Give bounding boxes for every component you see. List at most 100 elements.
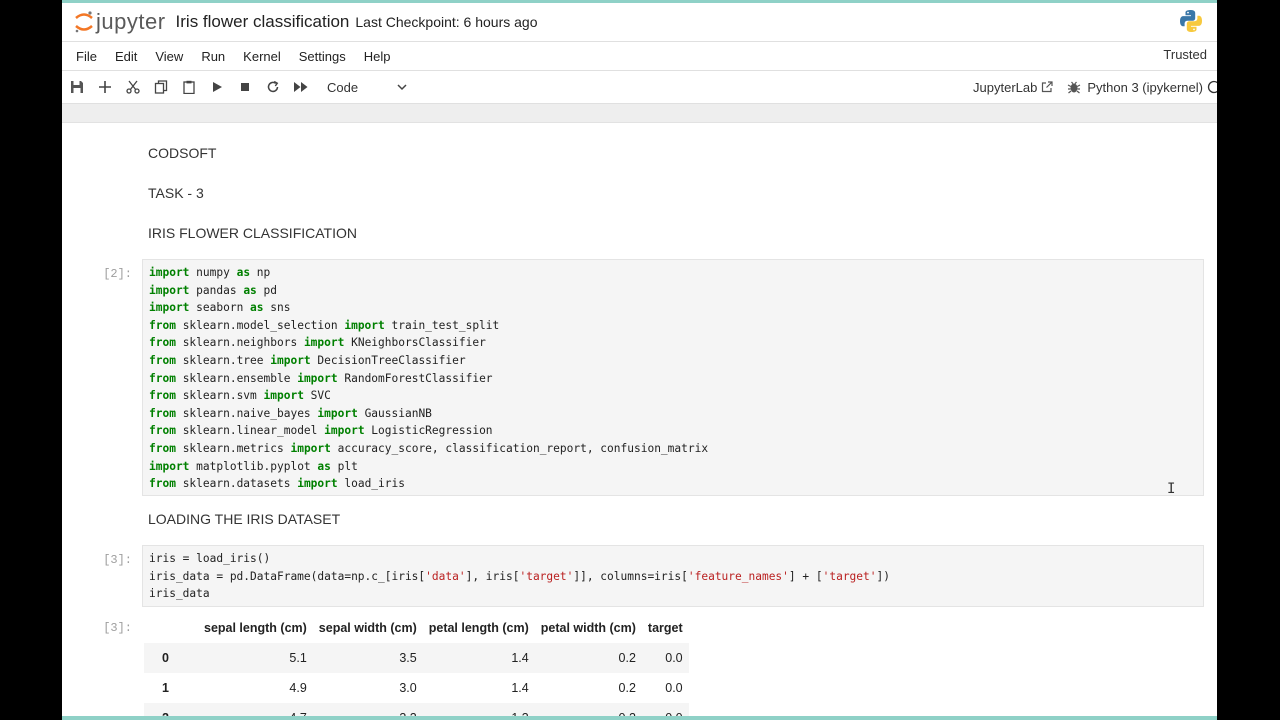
- table-cell: 0.0: [641, 643, 689, 673]
- code-string: 'target': [519, 569, 574, 583]
- code-cell-load-data[interactable]: iris = load_iris() iris_data = pd.DataFra…: [142, 545, 1204, 607]
- output-prompt: [3]:: [103, 621, 132, 635]
- code-line: import numpy as np: [149, 264, 1203, 282]
- debugger-bug-icon[interactable]: [1067, 80, 1081, 94]
- table-cell: 0.0: [665, 681, 683, 695]
- kernel-name[interactable]: Python 3 (ipykernel): [1087, 80, 1203, 95]
- code-text: ]): [876, 569, 890, 583]
- code-keyword: import: [317, 406, 358, 420]
- markdown-cell-codsoft[interactable]: CODSOFT: [148, 145, 216, 161]
- code-text: sklearn.metrics: [175, 441, 291, 455]
- stop-icon: [241, 83, 249, 91]
- code-line: from sklearn.ensemble import RandomFores…: [149, 370, 1203, 388]
- code-text: KNeighborsClassifier: [344, 336, 486, 350]
- cell-type-dropdown[interactable]: Code: [327, 80, 407, 95]
- cell-prompt: [3]:: [103, 553, 132, 567]
- code-cell-imports[interactable]: import numpy as np import pandas as pd imp…: [142, 259, 1204, 496]
- table-column-header: petal length (cm): [428, 621, 529, 635]
- code-keyword: import: [297, 371, 338, 385]
- menu-file[interactable]: File: [76, 49, 97, 64]
- table-cell: 0.2: [618, 681, 636, 695]
- cell-type-value: Code: [327, 79, 359, 95]
- dataframe-output: sepal length (cm) sepal width (cm) petal l…: [144, 613, 689, 720]
- table-column-header: target: [647, 621, 683, 635]
- save-icon: [71, 81, 83, 93]
- code-keyword: import: [270, 353, 311, 367]
- copy-icon: [154, 80, 168, 94]
- code-text: sklearn.svm: [175, 389, 264, 403]
- markdown-cell-title[interactable]: IRIS FLOWER CLASSIFICATION: [148, 225, 357, 241]
- paste-icon: [183, 80, 195, 94]
- table-row: 0 5.1 3.5 1.4 0.2 0.0: [144, 643, 689, 673]
- save-button[interactable]: [63, 73, 91, 101]
- interrupt-kernel-button[interactable]: [231, 73, 259, 101]
- code-text: np: [250, 266, 271, 279]
- table-cell: 1.4: [422, 643, 535, 673]
- trusted-indicator[interactable]: Trusted: [1163, 47, 1207, 62]
- table-cell: 4.9: [289, 681, 307, 695]
- notebook-toolbar: Code JupyterLab Python 3 (ipykernel): [62, 71, 1217, 104]
- table-column-header: sepal length (cm): [204, 621, 307, 635]
- code-text: train_test_split: [384, 318, 500, 332]
- code-keyword: import: [149, 459, 190, 473]
- open-jupyterlab-link[interactable]: JupyterLab: [973, 80, 1053, 95]
- jupyterlab-label: JupyterLab: [973, 79, 1038, 95]
- code-keyword: from: [149, 353, 176, 367]
- code-line: import seaborn as sns: [149, 299, 1203, 317]
- text-cursor: I: [1167, 481, 1176, 497]
- code-line: from sklearn.datasets import load_iris: [149, 475, 1203, 493]
- restart-kernel-button[interactable]: [259, 73, 287, 101]
- code-text: ]], columns=iris[: [573, 569, 688, 583]
- code-keyword: from: [149, 336, 176, 350]
- kernel-status-icon: [1207, 80, 1217, 94]
- table-cell: 5.1: [198, 643, 313, 673]
- code-text: ] + [: [788, 569, 823, 583]
- notebook-title[interactable]: Iris flower classification: [176, 12, 350, 32]
- menu-edit[interactable]: Edit: [115, 49, 137, 64]
- cut-cell-button[interactable]: [119, 73, 147, 101]
- code-line: from sklearn.model_selection import trai…: [149, 317, 1203, 335]
- menu-settings[interactable]: Settings: [299, 49, 346, 64]
- code-keyword: as: [317, 459, 331, 473]
- code-keyword: import: [263, 389, 304, 403]
- table-column-header: sepal width (cm): [318, 621, 417, 635]
- paste-cell-button[interactable]: [175, 73, 203, 101]
- last-checkpoint: Last Checkpoint: 6 hours ago: [355, 14, 538, 30]
- code-keyword: from: [149, 424, 176, 438]
- code-text: sklearn.tree: [175, 353, 271, 367]
- code-text: sklearn.neighbors: [175, 336, 304, 350]
- code-keyword: import: [297, 477, 338, 491]
- refresh-icon: [267, 80, 279, 93]
- run-cell-button[interactable]: [203, 73, 231, 101]
- jupyter-notebook-window: jupyter Iris flower classification Last …: [62, 0, 1217, 720]
- menu-kernel[interactable]: Kernel: [243, 49, 281, 64]
- code-text: sklearn.naive_bayes: [175, 406, 318, 420]
- copy-cell-button[interactable]: [147, 73, 175, 101]
- code-text: pandas: [189, 283, 244, 297]
- table-row-index: 0: [144, 643, 198, 673]
- code-text: pd: [256, 283, 278, 297]
- code-line: iris = load_iris(): [149, 550, 1203, 568]
- bottom-accent-bar: [62, 716, 1217, 720]
- code-text: accuracy_score, classification_report, c…: [330, 441, 709, 455]
- code-text: GaussianNB: [357, 406, 432, 420]
- markdown-cell-task[interactable]: TASK - 3: [148, 185, 204, 201]
- jupyter-logo-icon: [75, 11, 93, 33]
- scissors-icon: [126, 80, 140, 94]
- menu-help[interactable]: Help: [364, 49, 391, 64]
- restart-run-all-button[interactable]: [287, 73, 315, 101]
- jupyter-logo[interactable]: jupyter: [74, 9, 166, 35]
- code-keyword: import: [344, 318, 385, 332]
- table-column-header: petal width (cm): [540, 621, 636, 635]
- code-text: sklearn.linear_model: [175, 424, 325, 438]
- markdown-cell-loading[interactable]: LOADING THE IRIS DATASET: [148, 511, 340, 527]
- code-text: iris = load_iris(): [149, 552, 271, 565]
- insert-cell-button[interactable]: [91, 73, 119, 101]
- menu-view[interactable]: View: [155, 49, 183, 64]
- code-text: sns: [263, 301, 291, 315]
- code-line: import matplotlib.pyplot as plt: [149, 458, 1203, 476]
- code-text: load_iris: [337, 477, 405, 491]
- table-row: 1 4.9 3.0 1.4 0.2 0.0: [144, 673, 689, 703]
- code-string: 'feature_names': [687, 569, 789, 583]
- menu-run[interactable]: Run: [201, 49, 225, 64]
